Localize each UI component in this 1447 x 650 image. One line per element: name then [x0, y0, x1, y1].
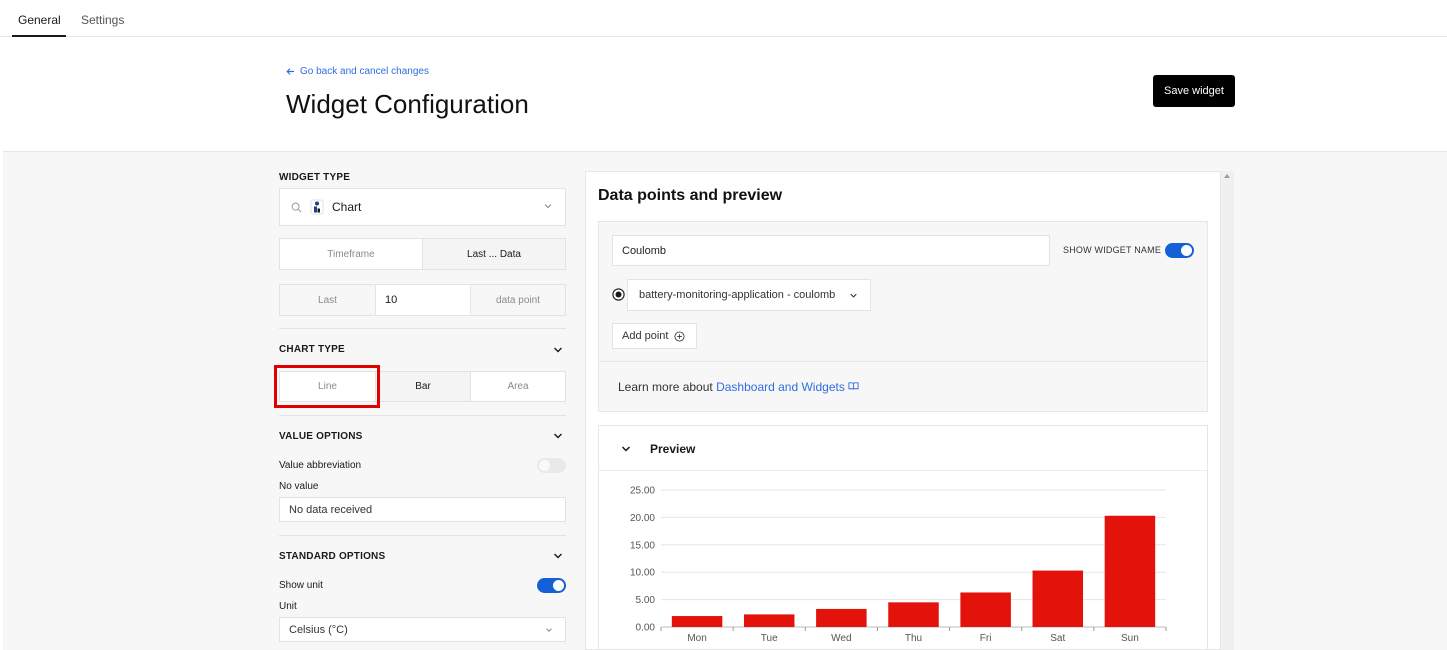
show-unit-label: Show unit [279, 580, 323, 591]
learn-more-text: Learn more about Dashboard and Widgets [618, 380, 859, 394]
save-widget-button[interactable]: Save widget [1153, 75, 1235, 107]
chevron-down-icon[interactable] [552, 430, 564, 442]
unit-select[interactable]: Celsius (°C) [279, 617, 566, 642]
bar [960, 592, 1011, 627]
highlight-box [274, 365, 380, 408]
x-tick-label: Thu [905, 633, 922, 644]
x-tick-label: Wed [831, 633, 851, 644]
x-tick-label: Mon [687, 633, 706, 644]
learn-more-prefix: Learn more about [618, 380, 713, 394]
chevron-down-icon [544, 204, 552, 209]
widget-type-value: Chart [332, 200, 362, 214]
preview-label: Preview [650, 442, 696, 456]
data-point-suffix: data point [471, 285, 565, 315]
divider [598, 361, 1208, 362]
chevron-down-icon[interactable] [552, 550, 564, 562]
no-value-label: No value [279, 481, 319, 492]
chevron-down-icon[interactable] [552, 344, 564, 356]
add-point-button[interactable]: Add point [612, 323, 697, 349]
tab-settings[interactable]: Settings [81, 13, 124, 27]
x-tick-label: Sat [1050, 633, 1065, 644]
add-point-label: Add point [622, 330, 669, 342]
y-tick-label: 10.00 [630, 568, 655, 579]
add-circle-icon [674, 330, 686, 342]
chevron-down-icon [546, 628, 552, 632]
x-tick-label: Sun [1121, 633, 1139, 644]
preview-bar-chart: 0.00 5.00 10.00 15.00 20.00 25.00 Mon Tue Wed Thu… [630, 486, 1167, 644]
search-icon [291, 202, 302, 212]
scroll-up-arrow-icon[interactable] [1224, 174, 1230, 178]
widget-type-label: WIDGET TYPE [279, 172, 351, 183]
bar [1104, 515, 1156, 627]
bar [888, 602, 939, 627]
data-points-title: Data points and preview [598, 187, 783, 204]
divider [599, 470, 1207, 471]
unit-label: Unit [279, 601, 297, 612]
timeframe-option[interactable]: Timeframe [280, 239, 423, 269]
data-point-value: battery-monitoring-application - coulomb [639, 289, 836, 301]
tab-bar: General Settings [0, 0, 1447, 37]
timeframe-mode-toggle: Timeframe Last ... Data [279, 238, 566, 270]
chevron-down-icon[interactable] [620, 443, 632, 455]
scrollbar[interactable] [1221, 171, 1234, 650]
bar [1032, 570, 1084, 627]
last-data-option[interactable]: Last ... Data [423, 239, 565, 269]
x-tick-label: Fri [980, 633, 992, 644]
dashboard-widgets-link[interactable]: Dashboard and Widgets [716, 380, 845, 394]
no-value-input[interactable]: No data received [279, 497, 566, 522]
chart-type-area[interactable]: Area [471, 372, 565, 401]
bar [816, 608, 867, 627]
last-prefix: Last [280, 285, 376, 315]
show-widget-name-toggle[interactable] [1165, 243, 1194, 258]
arrow-left-icon [286, 68, 295, 75]
y-tick-label: 5.00 [636, 595, 656, 606]
y-tick-label: 0.00 [636, 623, 656, 634]
y-tick-label: 25.00 [630, 486, 655, 497]
back-link[interactable]: Go back and cancel changes [286, 66, 429, 77]
value-options-label: VALUE OPTIONS [279, 431, 363, 442]
x-tick-label: Tue [761, 633, 778, 644]
standard-options-label: STANDARD OPTIONS [279, 551, 386, 562]
show-unit-toggle[interactable] [537, 578, 566, 593]
book-icon [848, 382, 859, 390]
active-tab-indicator [12, 35, 66, 37]
widget-type-select[interactable]: Chart [279, 188, 566, 226]
chevron-down-icon [850, 293, 857, 298]
y-tick-label: 15.00 [630, 540, 655, 551]
back-link-label: Go back and cancel changes [300, 66, 429, 77]
last-points-input[interactable]: 10 [376, 285, 471, 315]
unit-value: Celsius (°C) [289, 623, 348, 636]
chart-widget-icon [310, 199, 324, 215]
chart-type-label: CHART TYPE [279, 344, 345, 355]
bar [671, 616, 723, 627]
last-points-row: Last 10 data point [279, 284, 566, 316]
y-tick-label: 20.00 [630, 513, 655, 524]
tab-general[interactable]: General [18, 13, 61, 27]
divider [279, 535, 566, 536]
data-point-select[interactable]: battery-monitoring-application - coulomb [627, 279, 871, 311]
divider [279, 328, 566, 329]
divider [279, 415, 566, 416]
widget-name-input[interactable]: Coulomb [612, 235, 1050, 266]
value-abbreviation-label: Value abbreviation [279, 460, 362, 471]
bar [743, 614, 795, 627]
show-widget-name-label: SHOW WIDGET NAME [1063, 245, 1162, 255]
chart-type-bar[interactable]: Bar [376, 372, 471, 401]
page-title: Widget Configuration [286, 89, 529, 119]
radio-selected-icon[interactable] [612, 288, 625, 301]
value-abbreviation-toggle[interactable] [537, 458, 566, 473]
